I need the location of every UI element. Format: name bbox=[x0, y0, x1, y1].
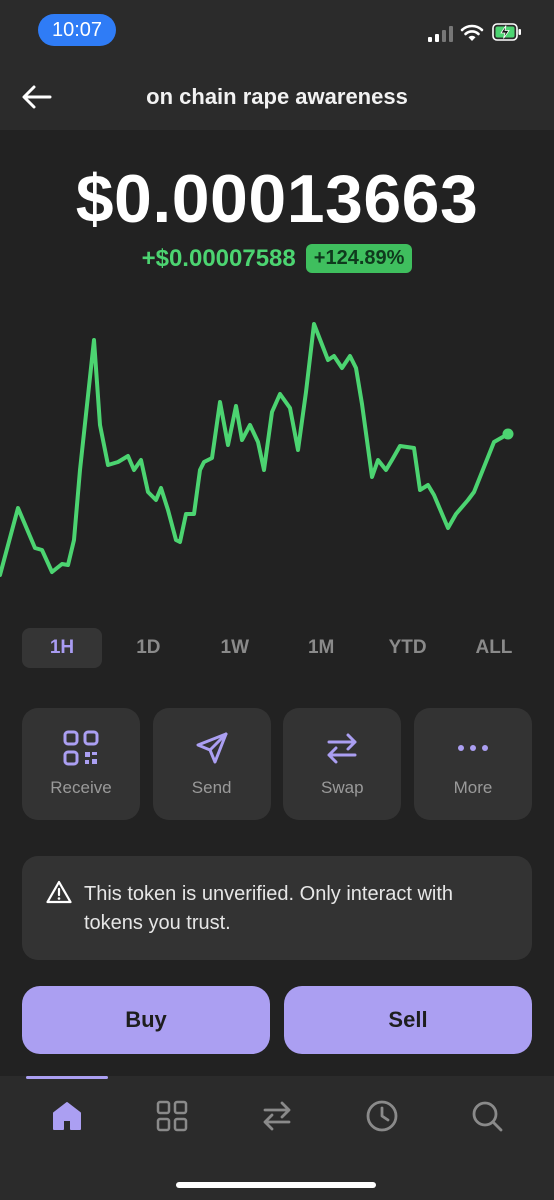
price-change-percent-badge: +124.89% bbox=[305, 244, 413, 273]
price-chart-endpoint bbox=[502, 428, 514, 440]
price-change-row: +$0.00007588 +124.89% bbox=[0, 244, 554, 273]
nav-search[interactable] bbox=[467, 1096, 507, 1136]
receive-button[interactable]: Receive bbox=[22, 708, 140, 820]
page-title: on chain rape awareness bbox=[146, 84, 408, 109]
price-line bbox=[0, 322, 510, 577]
token-price: $0.00013663 bbox=[75, 161, 479, 237]
nav-collectibles[interactable] bbox=[152, 1096, 192, 1136]
price-change-amount: +$0.00007588 bbox=[141, 244, 296, 272]
time-range-tabs: 1H 1D 1W 1M YTD ALL bbox=[22, 628, 534, 668]
more-icon bbox=[457, 745, 488, 751]
sell-button[interactable]: Sell bbox=[284, 986, 532, 1054]
battery-charging-icon bbox=[492, 23, 521, 41]
send-label: Send bbox=[191, 778, 232, 797]
range-tab-1h[interactable]: 1H bbox=[22, 628, 102, 668]
top-header: on chain rape awareness bbox=[0, 62, 554, 130]
unverified-token-warning: This token is unverified. Only interact … bbox=[22, 856, 532, 960]
action-buttons: Receive Send Swap More bbox=[22, 708, 532, 820]
home-indicator-bar bbox=[176, 1182, 376, 1188]
range-tab-1d[interactable]: 1D bbox=[108, 628, 188, 668]
signal-icon bbox=[428, 26, 453, 42]
swap-button[interactable]: Swap bbox=[283, 708, 402, 820]
status-time: 10:07 bbox=[38, 14, 116, 46]
status-bar: 10:07 bbox=[0, 0, 554, 62]
nav-active-indicator bbox=[26, 1076, 108, 1079]
swap-nav-icon bbox=[263, 1101, 291, 1131]
receive-label: Receive bbox=[50, 778, 112, 797]
wifi-icon bbox=[460, 24, 484, 41]
search-icon bbox=[472, 1101, 503, 1132]
swap-label: Swap bbox=[321, 778, 364, 797]
buy-button[interactable]: Buy bbox=[22, 986, 270, 1054]
range-tab-1m[interactable]: 1M bbox=[281, 628, 361, 668]
range-tab-1w[interactable]: 1W bbox=[195, 628, 275, 668]
warning-text: This token is unverified. Only interact … bbox=[84, 883, 454, 934]
range-tab-all[interactable]: ALL bbox=[454, 628, 534, 668]
warning-triangle-icon bbox=[46, 880, 72, 904]
swap-icon bbox=[327, 733, 357, 764]
nav-home[interactable] bbox=[47, 1096, 87, 1136]
nav-swap[interactable] bbox=[257, 1096, 297, 1136]
more-button[interactable]: More bbox=[413, 708, 532, 820]
trade-buttons: Buy Sell bbox=[22, 986, 532, 1054]
send-icon bbox=[196, 732, 228, 764]
range-tab-ytd[interactable]: YTD bbox=[368, 628, 448, 668]
send-button[interactable]: Send bbox=[152, 708, 271, 820]
nav-activity[interactable] bbox=[362, 1096, 402, 1136]
clock-icon bbox=[366, 1100, 398, 1132]
qr-code-icon bbox=[63, 730, 99, 766]
home-icon bbox=[53, 1102, 81, 1130]
grid-icon bbox=[156, 1100, 188, 1132]
more-label: More bbox=[453, 778, 493, 797]
price-chart[interactable] bbox=[0, 300, 554, 600]
